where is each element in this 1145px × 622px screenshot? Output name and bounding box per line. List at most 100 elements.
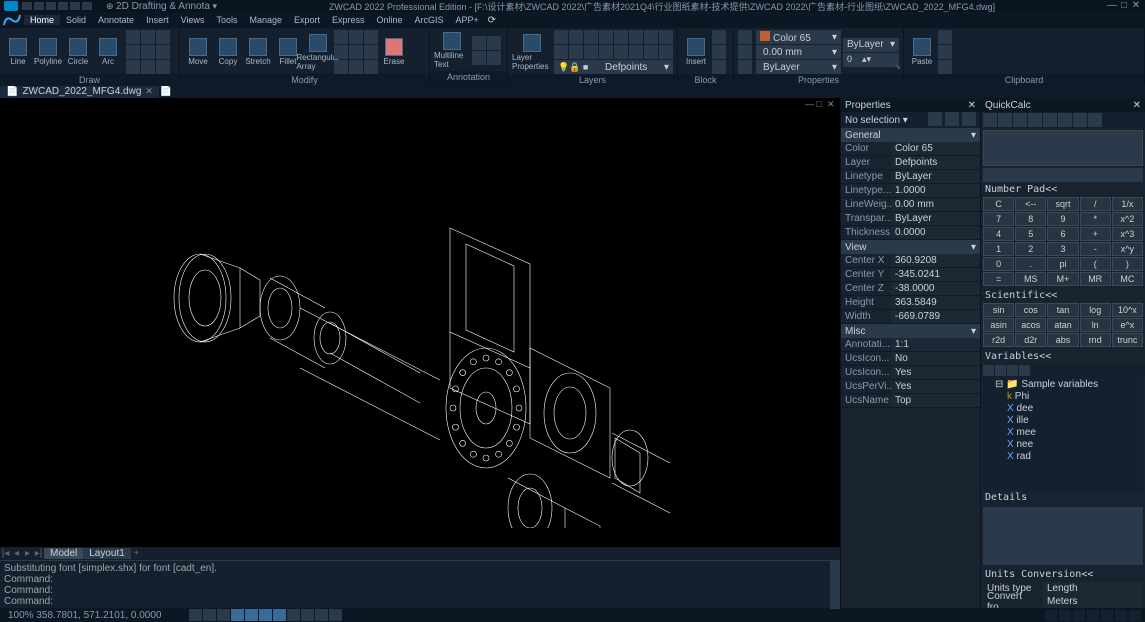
rotate-icon[interactable] [334,30,348,44]
status-icon[interactable] [1101,610,1113,621]
layout-nav-first[interactable]: |◂ [0,548,11,559]
qat-new-icon[interactable] [22,2,32,10]
calc-key-ln[interactable]: ln [1080,318,1111,332]
qat-plot-icon[interactable] [82,2,92,10]
block-icon[interactable] [712,45,726,59]
property-value[interactable]: Yes [891,366,980,380]
document-tab-add[interactable]: 📄 [159,86,173,97]
field-icon[interactable] [487,51,501,65]
calc-key-3[interactable]: 3 [1047,242,1078,256]
var-new-icon[interactable] [983,365,994,376]
ribbon-tab-online[interactable]: Online [371,15,409,25]
variable-node[interactable]: X mee [985,427,1141,439]
block-icon[interactable] [712,60,726,74]
calc-key-asin[interactable]: asin [983,318,1014,332]
layout-nav-last[interactable]: ▸| [33,548,44,559]
explode-icon[interactable] [334,60,348,74]
leader-icon[interactable] [487,36,501,50]
point-icon[interactable] [156,45,170,59]
multiline-text-button[interactable]: Multiline Text [434,31,470,71]
layer-tool-icon[interactable] [554,30,568,44]
qc-getcoord-icon[interactable] [1028,113,1042,127]
selectobjects-icon[interactable] [945,112,959,126]
layer-tool-icon[interactable] [614,30,628,44]
ribbon-tab-solid[interactable]: Solid [60,15,92,25]
layer-tool-icon[interactable] [629,30,643,44]
hatch-icon[interactable] [156,30,170,44]
ribbon-tab-app+[interactable]: APP+ [450,15,485,25]
property-value[interactable]: 1:1 [891,338,980,352]
variable-node[interactable]: X nee [985,439,1141,451]
copyclip-icon[interactable] [938,60,952,74]
layer-tool-icon[interactable] [569,45,583,59]
quickcalc-input[interactable] [983,168,1143,182]
calc-key-[interactable]: * [1080,212,1111,226]
workspace-mode[interactable]: ⊕ 2D Drafting & Annota ▾ [106,1,217,12]
qat-open-icon[interactable] [34,2,44,10]
property-value[interactable]: ByLayer [891,212,980,226]
quickselect-icon[interactable] [928,112,942,126]
variables-tree[interactable]: ⊟ 📁 Sample variables k PhiX deeX illeX m… [983,377,1143,490]
calc-key-5[interactable]: 5 [1015,227,1046,241]
ortho-toggle[interactable] [217,609,230,621]
property-group-misc[interactable]: Misc▾ [841,324,980,338]
layer-tool-icon[interactable] [614,45,628,59]
paste-button[interactable]: Paste [908,32,936,72]
value-input[interactable]: 0 ▴▾ [843,53,899,67]
ribbon-tab-express[interactable]: Express [326,15,371,25]
calc-key-[interactable]: ( [1080,257,1111,271]
property-value[interactable]: Color 65 [891,142,980,156]
ribbon-tab-export[interactable]: Export [288,15,326,25]
grid-toggle[interactable] [203,609,216,621]
qc-angle-icon[interactable] [1058,113,1072,127]
calc-key-2[interactable]: 2 [1015,242,1046,256]
property-value[interactable]: 1.0000 [891,184,980,198]
calc-key-atan[interactable]: atan [1047,318,1078,332]
scale-icon[interactable] [364,30,378,44]
calc-key-tan[interactable]: tan [1047,303,1078,317]
panel-dialog-launcher-icon[interactable]: ↘ [894,62,901,71]
otrack-toggle[interactable] [259,609,272,621]
calc-key-xy[interactable]: x^y [1112,242,1143,256]
section-units-header[interactable]: Units Conversion<< [981,567,1145,582]
calc-key-ms[interactable]: MS [1015,272,1046,286]
calc-key-1[interactable]: 1 [983,242,1014,256]
variable-node[interactable]: X ille [985,415,1141,427]
layer-bylayer-dropdown[interactable]: ByLayer▾ [843,38,899,52]
ribbon-overflow-icon[interactable]: ⟳ [485,15,499,26]
qc-history-icon[interactable] [998,113,1012,127]
calc-key-mr[interactable]: MR [1080,272,1111,286]
calc-key-acos[interactable]: acos [1015,318,1046,332]
conversion-value[interactable]: Meters [1043,595,1143,608]
layer-tool-icon[interactable] [599,30,613,44]
copy-icon[interactable] [938,45,952,59]
cut-icon[interactable] [938,30,952,44]
osnap-toggle[interactable] [245,609,258,621]
calc-key-x2[interactable]: x^2 [1112,212,1143,226]
qat-undo-icon[interactable] [58,2,68,10]
view-min-icon[interactable]: — [805,100,814,109]
polar-toggle[interactable] [231,609,244,621]
model-tab[interactable]: Model [44,548,83,559]
calc-key-x3[interactable]: x^3 [1112,227,1143,241]
layer-tool-icon[interactable] [599,45,613,59]
calc-key-[interactable]: ) [1112,257,1143,271]
property-value[interactable]: 0.00 mm [891,198,980,212]
property-value[interactable]: ByLayer [891,170,980,184]
calc-key-0[interactable]: 0 [983,257,1014,271]
extend-icon[interactable] [349,45,363,59]
color-dropdown[interactable]: Color 65▾ [756,30,841,44]
qc-intersect-icon[interactable] [1073,113,1087,127]
mirror-icon[interactable] [349,30,363,44]
property-value[interactable]: 0.0000 [891,226,980,240]
calc-key-9[interactable]: 9 [1047,212,1078,226]
status-icon[interactable] [1129,610,1141,621]
property-value[interactable]: -38.0000 [891,282,980,296]
layout-tab[interactable]: Layout1 [83,548,131,559]
ribbon-tab-views[interactable]: Views [175,15,211,25]
qc-clear-icon[interactable] [983,113,997,127]
maximize-button[interactable]: □ [1119,2,1129,10]
viewport[interactable]: — □ ✕ [0,98,840,547]
layer-current-dropdown[interactable]: 💡🔒 ■ Defpoints▾ [554,60,673,74]
layer-tool-icon[interactable] [644,30,658,44]
